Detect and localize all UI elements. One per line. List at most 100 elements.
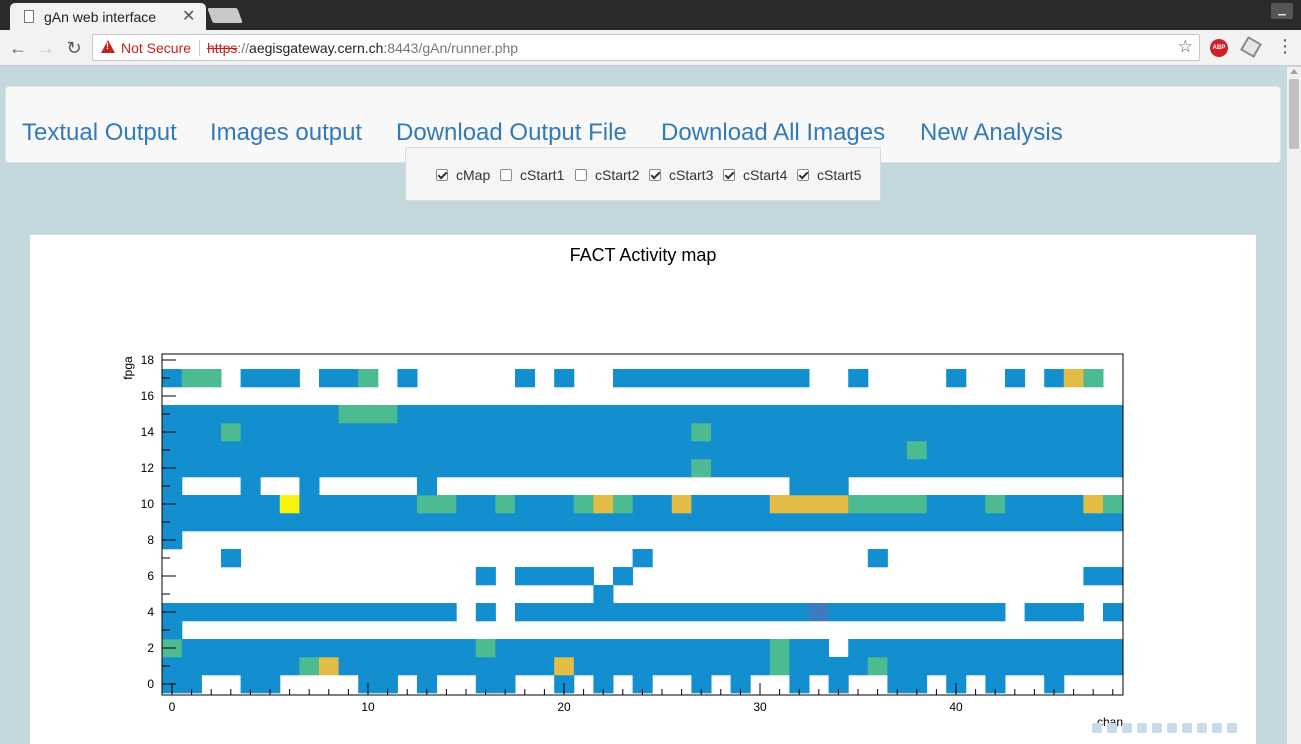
adblock-icon[interactable]: ABP xyxy=(1210,39,1228,57)
heatmap-cell xyxy=(515,459,536,478)
checkbox-cstart2[interactable]: cStart2 xyxy=(575,167,639,183)
heatmap-cell xyxy=(926,639,947,658)
heatmap-cell xyxy=(789,495,810,514)
heatmap-cell xyxy=(730,405,751,424)
pan-icon[interactable] xyxy=(1122,723,1132,733)
heatmap-cell xyxy=(946,441,967,460)
checkbox-box[interactable] xyxy=(436,169,448,181)
heatmap-cell xyxy=(397,513,418,532)
heatmap-cell xyxy=(593,513,614,532)
up-icon[interactable] xyxy=(1152,723,1162,733)
y-tick-label: 8 xyxy=(147,533,154,547)
scroll-thumb[interactable] xyxy=(1289,79,1299,149)
heatmap-cell xyxy=(613,459,634,478)
lasso-icon[interactable] xyxy=(1167,723,1177,733)
browser-menu-icon[interactable]: ⋮ xyxy=(1276,36,1294,57)
checkbox-box[interactable] xyxy=(797,169,809,181)
heatmap-cell xyxy=(789,459,810,478)
heatmap-cell xyxy=(338,423,359,442)
url-text[interactable]: https://aegisgateway.cern.ch:8443/gAn/ru… xyxy=(207,40,518,56)
heatmap-cell xyxy=(1044,513,1065,532)
heatmap-cell xyxy=(613,513,634,532)
browser-tab[interactable]: gAn web interface ✕ xyxy=(10,3,206,30)
heatmap-cell xyxy=(613,441,634,460)
heatmap-cell xyxy=(789,513,810,532)
heatmap-cell xyxy=(652,441,673,460)
heatmap-cell xyxy=(789,657,810,676)
extension-icon[interactable] xyxy=(1240,36,1262,58)
back-arrow-icon[interactable]: ← xyxy=(6,36,30,60)
checkbox-box[interactable] xyxy=(500,169,512,181)
nav-images-output[interactable]: Images output xyxy=(210,119,362,147)
checkbox-cstart5[interactable]: cStart5 xyxy=(797,167,861,183)
heatmap-cell xyxy=(946,603,967,622)
heatmap-cell xyxy=(221,639,242,658)
heatmap-cell xyxy=(946,513,967,532)
tab-close-icon[interactable]: ✕ xyxy=(182,6,195,26)
legend-icon[interactable] xyxy=(1182,723,1192,733)
grid-icon[interactable] xyxy=(1212,723,1222,733)
heatmap-cell xyxy=(515,495,536,514)
checkbox-box[interactable] xyxy=(575,169,587,181)
heatmap-cell xyxy=(1103,405,1124,424)
heatmap-cell xyxy=(554,513,575,532)
address-bar[interactable]: Not Secure https://aegisgateway.cern.ch:… xyxy=(92,34,1200,61)
checkbox-cstart3[interactable]: cStart3 xyxy=(649,167,713,183)
forward-arrow-icon[interactable]: → xyxy=(34,36,58,60)
activity-map-chart[interactable]: FACT Activity map 0 2 4 6 8 10 12 14 16 18 0 10 20 30 4… xyxy=(30,235,1256,744)
heatmap-cell xyxy=(946,405,967,424)
heatmap-cell xyxy=(201,639,222,658)
not-secure-label[interactable]: Not Secure xyxy=(121,40,191,56)
heatmap-cell xyxy=(632,549,653,568)
heatmap-cell xyxy=(515,603,536,622)
scroll-up-icon[interactable] xyxy=(1290,69,1298,74)
heatmap-cell xyxy=(495,441,516,460)
heatmap-cell xyxy=(632,441,653,460)
heatmap-cell xyxy=(1044,495,1065,514)
checkbox-cstart1[interactable]: cStart1 xyxy=(500,167,564,183)
arrow-icon[interactable] xyxy=(1137,723,1147,733)
heatmap-cell xyxy=(848,423,869,442)
dot-icon[interactable] xyxy=(1197,723,1207,733)
heatmap-cell xyxy=(750,657,771,676)
heatmap-cell xyxy=(965,423,986,442)
heatmap-cell xyxy=(417,639,438,658)
y-tick-label: 2 xyxy=(147,641,154,655)
heatmap-cell xyxy=(1063,639,1084,658)
reload-icon[interactable]: ↻ xyxy=(62,36,86,60)
checkbox-label: cStart2 xyxy=(595,167,640,183)
checkbox-box[interactable] xyxy=(723,169,735,181)
heatmap-cell xyxy=(887,603,908,622)
heatmap-cell xyxy=(221,423,242,442)
heatmap-cell xyxy=(338,657,359,676)
heatmap-cell xyxy=(319,513,340,532)
page-scrollbar[interactable] xyxy=(1287,67,1301,744)
heatmap-cell xyxy=(377,639,398,658)
checkbox-cstart4[interactable]: cStart4 xyxy=(723,167,787,183)
window-control-icon[interactable]: ▁ xyxy=(1271,3,1293,19)
checkbox-cmap[interactable]: cMap xyxy=(436,167,490,183)
heatmap-cell xyxy=(279,423,300,442)
heatmap-cell xyxy=(456,459,477,478)
camera-icon[interactable] xyxy=(1092,723,1102,733)
heatmap-cell xyxy=(1063,405,1084,424)
checkbox-box[interactable] xyxy=(649,169,661,181)
heatmap-cell xyxy=(809,441,830,460)
heatmap-cell xyxy=(1063,603,1084,622)
heatmap-cell xyxy=(613,369,634,388)
new-tab-button[interactable] xyxy=(207,8,243,23)
home-icon[interactable] xyxy=(1107,723,1117,733)
heatmap-cell xyxy=(299,423,320,442)
heatmap-cell xyxy=(534,657,555,676)
nav-textual-output[interactable]: Textual Output xyxy=(22,119,177,147)
heatmap-cell xyxy=(848,459,869,478)
fullscreen-icon[interactable] xyxy=(1227,723,1237,733)
nav-download-all-images[interactable]: Download All Images xyxy=(661,119,885,147)
heatmap-cell xyxy=(279,513,300,532)
heatmap-cell xyxy=(691,459,712,478)
heatmap-cell xyxy=(377,513,398,532)
nav-download-output-file[interactable]: Download Output File xyxy=(396,119,627,147)
nav-new-analysis[interactable]: New Analysis xyxy=(920,119,1063,147)
bookmark-star-icon[interactable]: ☆ xyxy=(1178,37,1193,57)
heatmap-cell xyxy=(691,639,712,658)
